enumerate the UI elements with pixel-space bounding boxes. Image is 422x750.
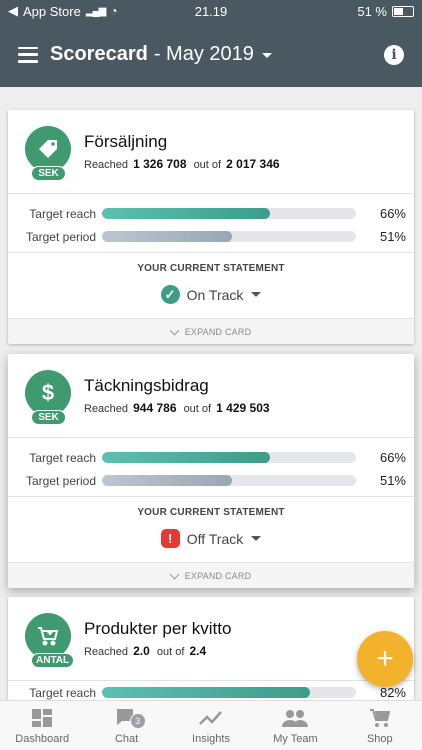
metrics: Target reach 66% Target period 51% [8,438,414,496]
progress-bar [102,687,356,698]
progress-fill [102,208,270,219]
battery-icon [392,5,414,17]
page-title[interactable]: Scorecard - May 2019 [50,43,272,66]
team-icon [282,707,309,729]
progress-bar [102,231,356,242]
status-carrier[interactable]: App Store [23,4,81,19]
statement-section: YOUR CURRENT STATEMENT ✓ On Track [137,263,285,304]
alert-icon: ! [160,529,180,548]
nav-shop[interactable]: Shop [338,701,422,750]
progress-fill [102,452,270,463]
unit-badge: SEK [31,410,66,425]
chevron-down-icon [169,569,180,579]
title-main: Scorecard [50,43,148,65]
card-title: Produkter per kvitto [84,619,232,638]
nav-dashboard[interactable]: Dashboard [0,701,84,750]
status-bar: ◀ App Store ▂▄▆ ◔ 21.19 51 % [0,0,422,22]
bottom-nav: Dashboard 3 Chat Insights My Team Shop [0,700,422,750]
metric-target-reach: Target reach 82% [29,685,406,700]
nav-my-team[interactable]: My Team [253,701,337,750]
metric-target-period: Target period 51% [25,229,406,244]
add-button[interactable]: + [357,631,413,687]
card-title: Täckningsbidrag [84,376,209,395]
metrics: Target reach 66% Target period 51% [8,194,414,252]
card-reached: Reached 944 786 out of 1 429 503 [84,401,270,415]
expand-card-button[interactable]: EXPAND CARD [8,562,414,588]
nav-insights[interactable]: Insights [169,701,253,750]
insights-icon [199,707,223,729]
statement-section: YOUR CURRENT STATEMENT ! Off Track [137,507,285,548]
unit-badge: ANTAL [31,653,75,668]
title-period: - May 2019 [153,43,254,65]
menu-icon[interactable] [18,46,38,63]
metric-target-period: Target period 51% [25,473,406,488]
progress-fill [102,687,311,698]
wifi-icon: ◔ [110,4,118,18]
cart-icon [369,707,391,729]
expand-card-button[interactable]: EXPAND CARD [8,318,414,344]
check-circle-icon: ✓ [160,285,180,304]
metrics: Target reach 82% [8,681,414,700]
progress-bar [102,208,356,219]
battery-level: 51 % [357,3,387,19]
nav-chat[interactable]: 3 Chat [84,701,168,750]
statement-dropdown[interactable]: ! Off Track [160,529,262,548]
progress-fill [102,475,232,486]
scorecard-card: $ SEK Täckningsbidrag Reached 944 786 ou… [8,354,414,588]
card-reached: Reached 2.0 out of 2.4 [84,644,207,658]
chevron-down-icon [261,53,272,58]
unit-badge: SEK [31,166,66,181]
chevron-down-icon [251,292,262,297]
card-reached: Reached 1 326 708 out of 2 017 346 [84,157,280,171]
back-arrow-icon[interactable]: ◀ [8,3,18,19]
scorecard-card: ANTAL Produkter per kvitto Reached 2.0 o… [8,597,414,700]
chat-count-badge: 3 [129,713,146,729]
chevron-down-icon [169,325,180,335]
signal-icon: ▂▄▆ [85,5,106,17]
info-icon[interactable]: i [384,44,404,65]
progress-bar [102,475,356,486]
progress-bar [102,452,356,463]
metric-target-reach: Target reach 66% [29,450,406,465]
scorecard-card: SEK Försäljning Reached 1 326 708 out of… [8,110,414,344]
progress-fill [102,231,232,242]
metric-target-reach: Target reach 66% [29,206,406,221]
statement-dropdown[interactable]: ✓ On Track [160,285,262,304]
dashboard-icon [31,707,53,729]
app-header: ◀ App Store ▂▄▆ ◔ 21.19 51 % Scorecard -… [0,0,422,87]
card-title: Försäljning [84,132,168,151]
chevron-down-icon [251,536,262,541]
chat-icon: 3 [116,707,146,729]
